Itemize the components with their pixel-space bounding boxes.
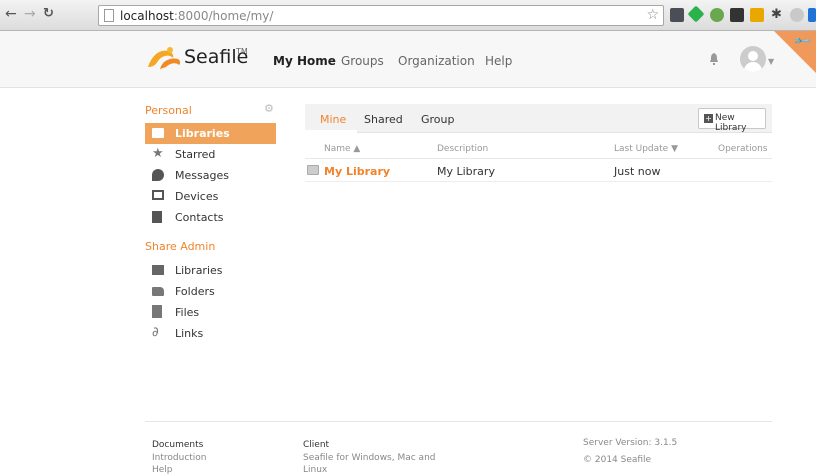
library-icon	[152, 265, 164, 275]
monitor-icon	[152, 190, 164, 200]
tab-mine[interactable]: Mine	[320, 113, 346, 126]
sidebar-item-label: Links	[175, 327, 204, 340]
footer-client-heading: Client	[303, 440, 330, 450]
personal-heading: Personal	[145, 104, 192, 117]
sidebar-item-label: Libraries	[175, 264, 223, 277]
footer-link-help[interactable]: Help	[152, 465, 173, 475]
sidebar-item-label: Starred	[175, 148, 216, 161]
folder-icon	[152, 287, 164, 296]
browser-toolbar: ← → ↻ localhost:8000/home/my/ ☆ ✱	[0, 0, 816, 31]
extension-dark-icon[interactable]	[730, 8, 744, 22]
footer-link-introduction[interactable]: Introduction	[152, 453, 207, 463]
sidebar-item-starred[interactable]: ★ Starred	[145, 144, 276, 165]
sidebar-item-messages[interactable]: Messages	[145, 165, 276, 186]
footer-documents-heading: Documents	[152, 440, 204, 450]
message-icon	[152, 169, 164, 181]
new-library-button[interactable]: + New Library	[698, 108, 766, 133]
sidebar-item-label: Files	[175, 306, 200, 319]
extension-green-icon[interactable]	[687, 5, 705, 23]
server-version: Server Version: 3.1.5	[583, 438, 678, 448]
sidebar-item-label: Libraries	[175, 127, 230, 140]
library-icon	[152, 128, 164, 138]
sidebar-item-label: Contacts	[175, 211, 224, 224]
notification-bell-icon[interactable]	[709, 53, 719, 65]
sidebar-item-contacts[interactable]: Contacts	[145, 207, 276, 228]
settings-gear-icon[interactable]: ⚙	[264, 102, 274, 115]
footer-client-link-cont[interactable]: Linux	[303, 465, 327, 475]
tab-shared[interactable]: Shared	[364, 113, 403, 126]
library-last-update: Just now	[614, 165, 661, 178]
page-icon	[104, 9, 114, 22]
sidebar-item-devices[interactable]: Devices	[145, 186, 276, 207]
column-header-name[interactable]: Name ▲	[324, 144, 360, 154]
reload-icon[interactable]: ↻	[43, 7, 54, 21]
sidebar-item-links[interactable]: ∂ Links	[145, 323, 276, 344]
app-header: Seafile TM My Home Groups Organization H…	[0, 31, 816, 88]
bookmark-star-icon[interactable]: ☆	[646, 7, 659, 23]
logo-trademark: TM	[236, 47, 248, 56]
new-library-label: New Library	[715, 113, 747, 133]
sidebar-item-libraries[interactable]: Libraries	[145, 123, 276, 144]
url-text: localhost:8000/home/my/	[120, 9, 274, 23]
file-icon	[152, 305, 162, 318]
sidebar-item-admin-libraries[interactable]: Libraries	[145, 260, 276, 281]
extension-gear-icon[interactable]: ✱	[771, 8, 785, 22]
sidebar-item-folders[interactable]: Folders	[145, 281, 276, 302]
extension-lock-icon[interactable]	[750, 8, 764, 22]
extension-gray-icon[interactable]	[790, 8, 804, 22]
extension-evernote-icon[interactable]	[710, 8, 724, 22]
active-tab-indicator	[305, 130, 357, 133]
footer-divider	[145, 421, 772, 422]
extension-blue-icon[interactable]	[808, 8, 816, 22]
library-description: My Library	[437, 165, 495, 178]
forward-icon[interactable]: →	[24, 7, 36, 21]
avatar[interactable]	[740, 46, 766, 72]
link-icon: ∂	[152, 325, 159, 340]
plus-icon: +	[704, 114, 713, 123]
sidebar-item-label: Folders	[175, 285, 215, 298]
sidebar-item-label: Messages	[175, 169, 229, 182]
nav-organization[interactable]: Organization	[398, 54, 475, 68]
nav-help[interactable]: Help	[485, 54, 512, 68]
sidebar-item-label: Devices	[175, 190, 219, 203]
footer-client-link[interactable]: Seafile for Windows, Mac and	[303, 453, 436, 463]
extension-pocket-icon[interactable]	[670, 8, 684, 22]
table-row-divider	[305, 181, 772, 182]
nav-my-home[interactable]: My Home	[273, 54, 336, 68]
copyright: © 2014 Seafile	[583, 455, 652, 465]
column-header-last-update[interactable]: Last Update ▼	[614, 144, 678, 154]
nav-groups[interactable]: Groups	[341, 54, 384, 68]
column-header-operations: Operations	[718, 144, 768, 154]
seafile-logo-icon[interactable]	[146, 45, 182, 71]
table-header-divider	[305, 158, 772, 159]
share-admin-heading: Share Admin	[145, 240, 216, 253]
tab-group[interactable]: Group	[421, 113, 455, 126]
star-icon: ★	[152, 146, 164, 161]
contacts-icon	[152, 211, 162, 223]
library-icon	[307, 165, 319, 175]
library-name-link[interactable]: My Library	[324, 165, 390, 178]
sidebar-item-files[interactable]: Files	[145, 302, 276, 323]
address-bar[interactable]: localhost:8000/home/my/ ☆	[98, 5, 664, 26]
back-icon[interactable]: ←	[5, 7, 17, 21]
column-header-description: Description	[437, 144, 489, 154]
